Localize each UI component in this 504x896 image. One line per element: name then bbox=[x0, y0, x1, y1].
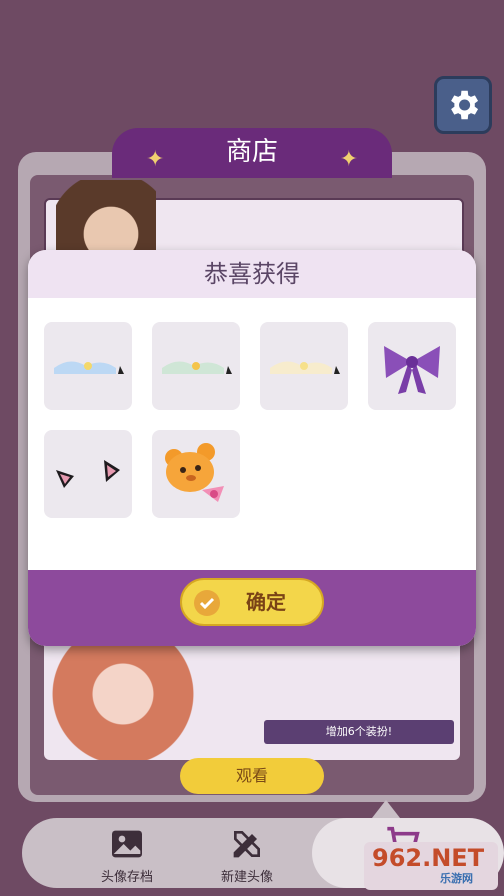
watermark-line1: 962.NET bbox=[372, 844, 485, 872]
confirm-label: 确定 bbox=[246, 590, 286, 614]
nav-label: 新建头像 bbox=[220, 870, 273, 885]
sparkle-icon: ✦ bbox=[146, 147, 165, 172]
cat-ears-icon bbox=[56, 460, 120, 488]
reward-banner: 增加6个装扮! bbox=[264, 720, 454, 744]
settings-button[interactable] bbox=[434, 76, 492, 134]
nav-item-new-avatar[interactable]: 新建头像 bbox=[202, 818, 292, 888]
reward-dialog: 恭喜获得 确定 bbox=[28, 250, 476, 646]
reward-item-cat-ears[interactable] bbox=[44, 430, 132, 518]
reward-item-green-clip[interactable] bbox=[152, 322, 240, 410]
reward-item-blue-clip[interactable] bbox=[44, 322, 132, 410]
nav-label: 头像存档 bbox=[100, 870, 153, 885]
reward-item-yellow-clip[interactable] bbox=[260, 322, 348, 410]
image-icon bbox=[112, 830, 142, 858]
hair-clip-icon bbox=[270, 361, 340, 374]
sparkle-icon: ✦ bbox=[339, 147, 358, 172]
reward-item-purple-bow[interactable] bbox=[368, 322, 456, 410]
dialog-footer: 确定 bbox=[28, 570, 476, 646]
avatar-preview-bottom bbox=[48, 640, 198, 760]
nav-item-avatar-archive[interactable]: 头像存档 bbox=[82, 818, 172, 888]
shop-title: 商店 bbox=[225, 137, 278, 167]
watch-ad-button[interactable]: 观看 bbox=[180, 758, 324, 794]
nav-active-pointer bbox=[372, 800, 400, 818]
shop-title-tab: ✦ 商店 ✦ bbox=[112, 128, 392, 178]
dialog-title: 恭喜获得 bbox=[28, 250, 476, 298]
hair-clip-icon bbox=[54, 361, 124, 374]
pencil-ruler-icon bbox=[233, 831, 260, 858]
confirm-button[interactable]: 确定 bbox=[180, 578, 324, 626]
watermark-logo: 962.NET 乐游网 bbox=[364, 842, 498, 890]
gear-icon bbox=[451, 90, 479, 120]
bear-icon bbox=[165, 443, 224, 502]
hair-clip-icon bbox=[162, 361, 232, 374]
watermark-line2: 乐游网 bbox=[440, 872, 473, 885]
check-icon bbox=[194, 590, 220, 616]
bow-icon bbox=[384, 346, 440, 394]
reward-item-bear-headband[interactable] bbox=[152, 430, 240, 518]
